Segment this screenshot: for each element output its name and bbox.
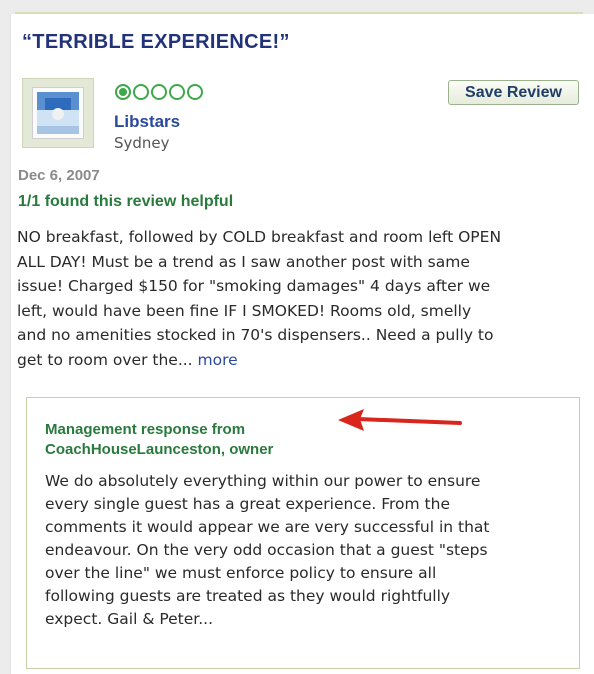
- red-arrow-icon: [338, 409, 462, 431]
- review-body-line: issue! Charged $150 for "smoking damages…: [17, 277, 491, 295]
- review-body-line: NO breakfast, followed by COLD breakfast…: [17, 228, 502, 246]
- reviewer-avatar[interactable]: [22, 78, 94, 148]
- reviewer-name-link[interactable]: Libstars: [114, 112, 180, 132]
- management-text-line: every single guest has a great experienc…: [45, 495, 450, 513]
- management-text-line: We do absolutely everything within our p…: [45, 472, 481, 490]
- save-review-button[interactable]: Save Review: [448, 80, 579, 105]
- rating-bubble: [115, 84, 131, 100]
- management-text-line: comments it would appear we are very suc…: [45, 518, 490, 536]
- review-body-line: ALL DAY! Must be a trend as I saw anothe…: [17, 252, 470, 271]
- review-title[interactable]: “TERRIBLE EXPERIENCE!”: [22, 31, 290, 54]
- review-body-line: and no amenities stocked in 70's dispens…: [17, 326, 494, 344]
- management-owner-name: CoachHouseLaunceston, owner: [45, 441, 274, 458]
- bubble-rating: [115, 84, 203, 100]
- rating-bubble: [151, 84, 167, 100]
- review-date: Dec 6, 2007: [18, 167, 100, 184]
- management-response-text: We do absolutely everything within our p…: [45, 470, 580, 631]
- rating-bubble: [169, 84, 185, 100]
- rating-bubble: [133, 84, 149, 100]
- divider: [15, 12, 583, 14]
- management-response-header: Management response from CoachHouseLaunc…: [45, 420, 273, 460]
- review-body-line: left, would have been fine IF I SMOKED! …: [17, 301, 472, 320]
- management-response-label: Management response from: [45, 421, 246, 438]
- reviewer-location: Sydney: [114, 134, 170, 152]
- management-text-line: following guests are treated as they wou…: [45, 587, 451, 605]
- more-link[interactable]: more: [198, 351, 238, 369]
- helpful-count: 1/1 found this review helpful: [18, 193, 234, 210]
- photo-avatar-icon: [32, 87, 84, 139]
- review-body-text: get to room over the...: [17, 350, 193, 369]
- review-body: NO breakfast, followed by COLD breakfast…: [17, 225, 585, 372]
- management-text-line: endeavour. On the very odd occasion that…: [45, 541, 488, 559]
- review-body-line-last: get to room over the... more: [17, 348, 585, 373]
- rating-bubble: [187, 84, 203, 100]
- management-text-line: over the line" we must enforce policy to…: [45, 564, 437, 582]
- management-text-line: expect. Gail & Peter...: [45, 610, 214, 628]
